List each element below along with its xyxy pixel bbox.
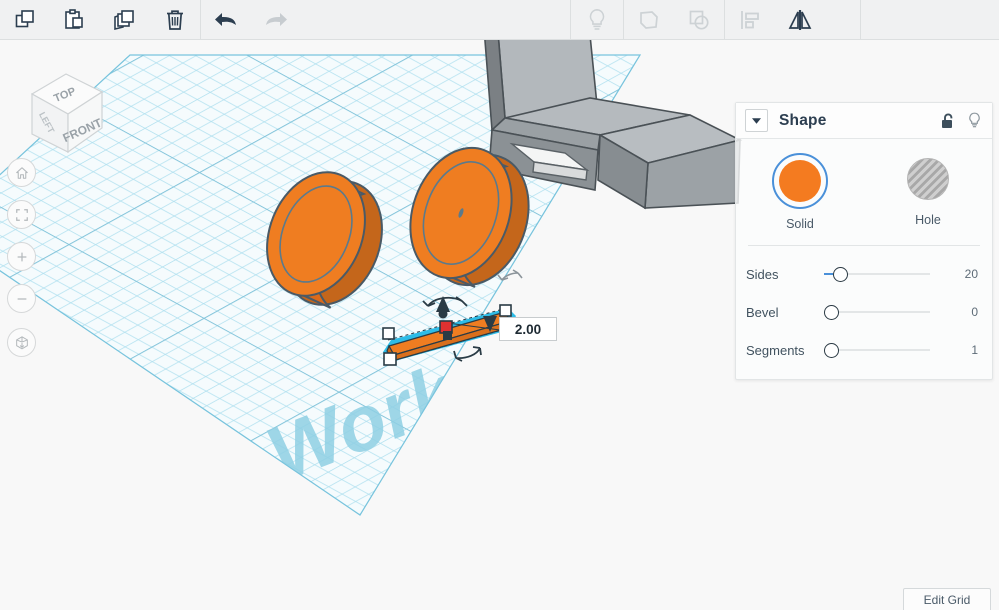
projection-toggle-button[interactable] bbox=[7, 328, 36, 357]
light-button[interactable] bbox=[571, 0, 622, 39]
sides-value: 20 bbox=[964, 267, 978, 281]
bevel-label: Bevel bbox=[746, 304, 779, 320]
group-shapes-icon bbox=[640, 10, 658, 29]
lightbulb-icon bbox=[969, 112, 980, 128]
ungroup-shapes-icon bbox=[689, 10, 709, 30]
fit-view-button[interactable] bbox=[7, 200, 36, 229]
redo-arrow-icon bbox=[266, 12, 287, 26]
solid-mode-label: Solid bbox=[786, 217, 814, 231]
copy-icon bbox=[15, 9, 34, 27]
align-button[interactable] bbox=[725, 0, 775, 39]
shape-inspector-panel: Shape Solid Hole Sides 20 Bevel 0 Segmen… bbox=[735, 102, 993, 380]
lock-toggle-button[interactable] bbox=[941, 113, 955, 129]
group-button[interactable] bbox=[624, 0, 674, 39]
lightbulb-icon bbox=[589, 8, 604, 30]
slider-row-segments: Segments 1 bbox=[736, 331, 992, 369]
sides-slider[interactable] bbox=[824, 266, 946, 282]
home-view-button[interactable] bbox=[7, 158, 36, 187]
plus-icon bbox=[17, 252, 26, 261]
bevel-value: 0 bbox=[971, 305, 978, 319]
paste-icon bbox=[65, 8, 83, 29]
shape-panel-title: Shape bbox=[779, 111, 827, 129]
tinkercad-editor: Workplane bbox=[0, 0, 999, 610]
hole-mode-option[interactable]: Hole bbox=[864, 153, 992, 231]
solid-color-swatch bbox=[779, 160, 821, 202]
zoom-in-button[interactable] bbox=[7, 242, 36, 271]
sides-slider-fill bbox=[824, 273, 833, 275]
redo-button[interactable] bbox=[251, 0, 301, 39]
hole-pattern-swatch bbox=[907, 158, 949, 200]
shape-mode-selector: Solid Hole bbox=[736, 139, 992, 237]
center-handle bbox=[443, 331, 452, 340]
3d-viewport[interactable]: Workplane bbox=[0, 40, 999, 610]
ungroup-button[interactable] bbox=[674, 0, 724, 39]
resize-handle-right bbox=[499, 304, 512, 317]
shape-panel-collapse-button[interactable] bbox=[745, 109, 768, 132]
duplicate-button[interactable] bbox=[100, 0, 150, 39]
shape-panel-header: Shape bbox=[736, 103, 992, 139]
copy-button[interactable] bbox=[0, 0, 50, 39]
shape-parameter-sliders: Sides 20 Bevel 0 Segments 1 bbox=[736, 246, 992, 379]
mirror-button[interactable] bbox=[775, 0, 825, 39]
slider-row-bevel: Bevel 0 bbox=[736, 293, 992, 331]
bevel-slider[interactable] bbox=[824, 304, 946, 320]
slider-row-sides: Sides 20 bbox=[736, 255, 992, 293]
undo-arrow-icon bbox=[215, 12, 236, 26]
resize-handle-left bbox=[382, 327, 395, 340]
top-toolbar bbox=[0, 0, 999, 40]
home-icon bbox=[15, 166, 28, 179]
segments-value: 1 bbox=[971, 343, 978, 357]
perspective-cube-icon bbox=[15, 335, 28, 349]
dimension-tooltip: 2.00 bbox=[499, 317, 557, 341]
resize-handle-corner bbox=[383, 352, 397, 366]
fit-to-view-icon bbox=[15, 208, 28, 221]
bevel-slider-knob[interactable] bbox=[824, 305, 839, 320]
solid-mode-option[interactable]: Solid bbox=[736, 153, 864, 231]
solid-swatch-ring bbox=[772, 153, 828, 209]
delete-button[interactable] bbox=[150, 0, 200, 39]
view-cube[interactable]: TOP FRONT LEFT bbox=[14, 62, 114, 162]
undo-button[interactable] bbox=[201, 0, 251, 39]
edit-grid-button[interactable]: Edit Grid bbox=[903, 588, 991, 610]
bevel-slider-track bbox=[824, 311, 930, 313]
align-icon bbox=[741, 10, 759, 29]
segments-label: Segments bbox=[746, 342, 805, 358]
segments-slider[interactable] bbox=[824, 342, 946, 358]
zoom-out-button[interactable] bbox=[7, 284, 36, 313]
panel-light-button[interactable] bbox=[967, 112, 982, 129]
unlocked-padlock-icon bbox=[942, 113, 953, 128]
segments-slider-track bbox=[824, 349, 930, 351]
sides-label: Sides bbox=[746, 266, 779, 282]
hole-swatch-ring bbox=[902, 153, 954, 205]
trash-icon bbox=[167, 9, 183, 30]
minus-icon bbox=[17, 297, 26, 300]
chevron-down-icon bbox=[752, 117, 761, 124]
segments-slider-knob[interactable] bbox=[824, 343, 839, 358]
duplicate-icon bbox=[114, 9, 134, 30]
paste-button[interactable] bbox=[50, 0, 100, 39]
mirror-flip-icon bbox=[788, 9, 812, 30]
hole-mode-label: Hole bbox=[915, 213, 941, 227]
sides-slider-knob[interactable] bbox=[833, 267, 848, 282]
